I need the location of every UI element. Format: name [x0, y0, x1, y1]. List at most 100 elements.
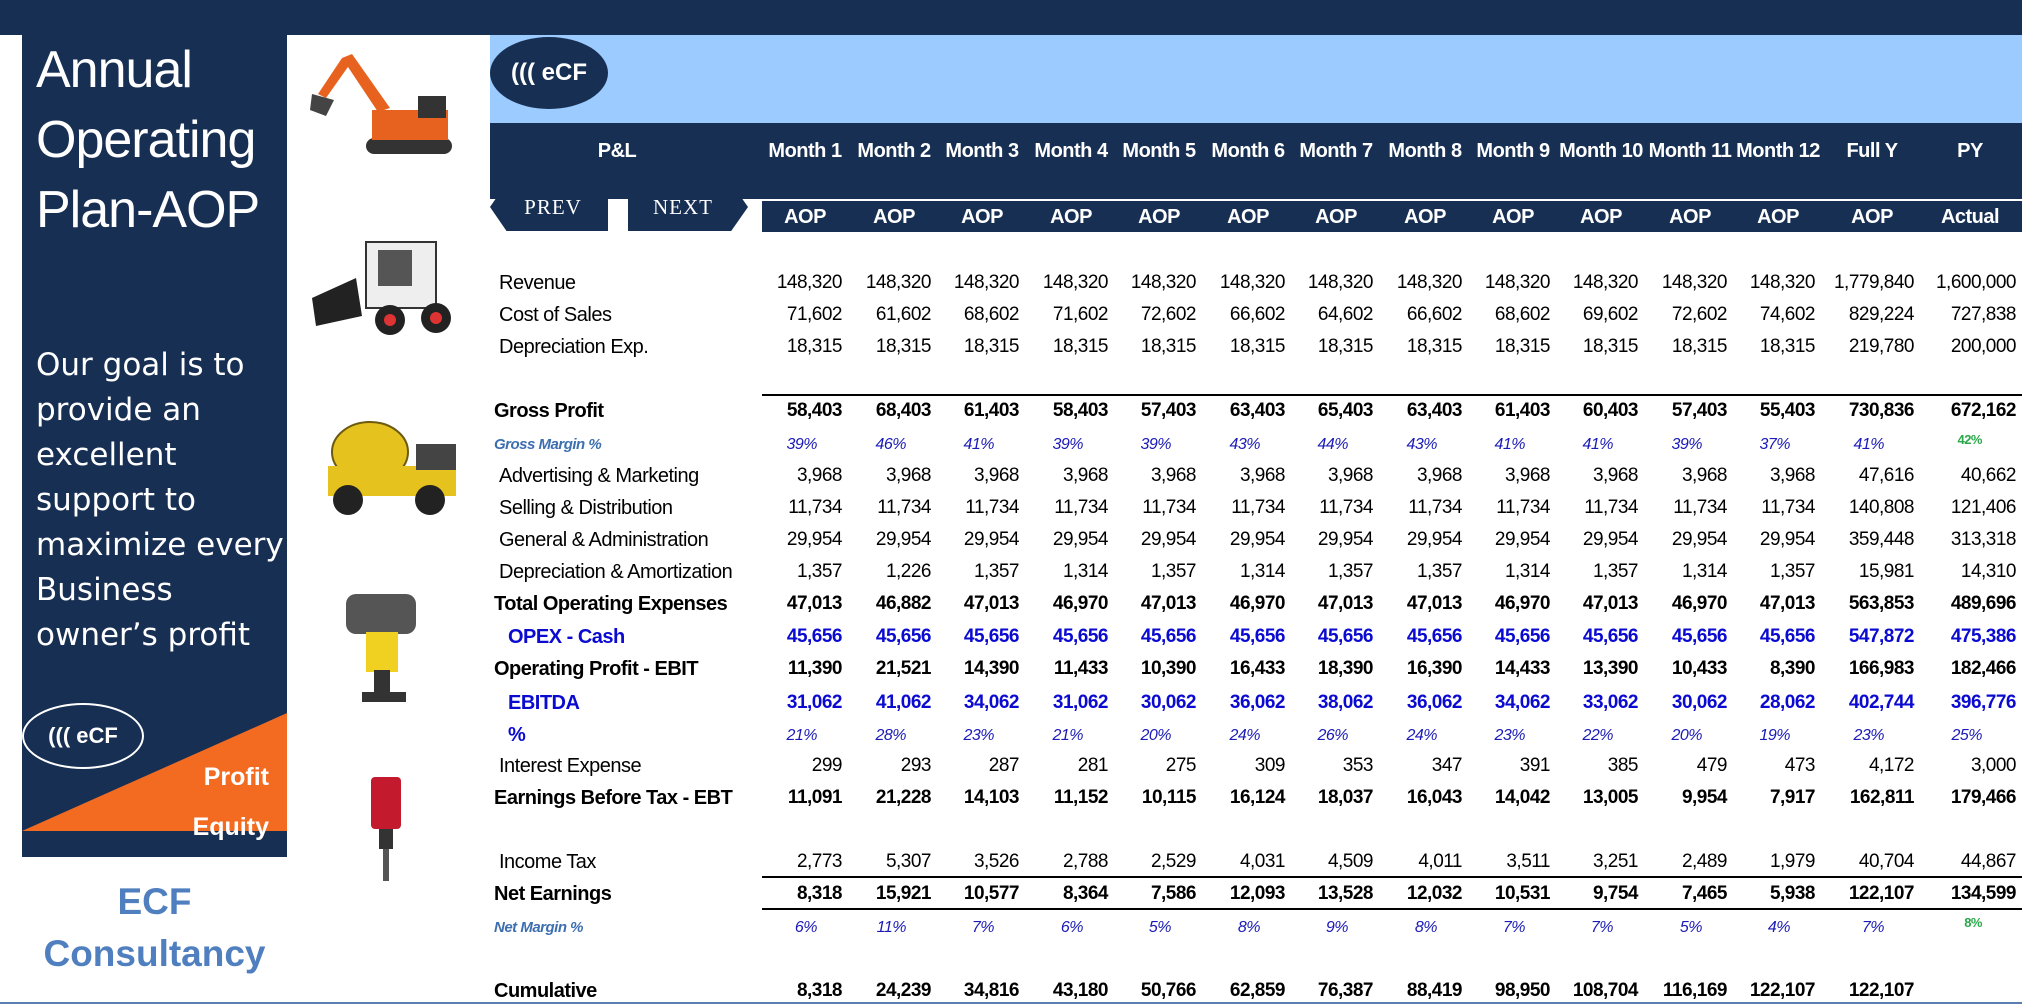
table-cell: 166,983	[1848, 658, 1915, 679]
table-cell: 18,315	[1759, 336, 1816, 357]
table-cell: 1,314	[1504, 561, 1551, 582]
table-cell: 9%	[1325, 919, 1349, 936]
profit-label: Profit	[203, 763, 269, 791]
row-label: Depreciation & Amortization	[499, 561, 733, 583]
table-cell: 3,511	[1506, 851, 1550, 872]
table-cell: 29,954	[875, 529, 932, 550]
table-cell: 23%	[1853, 727, 1884, 744]
table-cell: 18,390	[1317, 658, 1374, 679]
table-cell: 46,970	[1494, 593, 1551, 614]
table-separator-line	[762, 394, 2022, 396]
table-cell: 7%	[1590, 919, 1614, 936]
table-cell: 11,734	[1054, 497, 1108, 518]
prev-button[interactable]: PREV	[490, 183, 608, 231]
table-cell: 18,315	[963, 336, 1020, 357]
table-cell: 61,403	[963, 400, 1020, 421]
table-cell: 353	[1342, 755, 1374, 776]
table-cell: 18,315	[875, 336, 932, 357]
table-cell: 148,320	[953, 272, 1020, 293]
table-cell: 3,000	[1970, 755, 2017, 776]
table-cell: 45,656	[875, 626, 932, 647]
table-cell: 18,315	[1140, 336, 1197, 357]
row-label: Selling & Distribution	[499, 497, 673, 519]
table-cell: 3,968	[1150, 465, 1197, 486]
table-cell: 13,005	[1582, 787, 1639, 808]
table-cell: 29,954	[1582, 529, 1639, 550]
table-cell: 21%	[786, 727, 817, 744]
table-cell: 148,320	[776, 272, 843, 293]
table-cell: 162,811	[1849, 787, 1915, 808]
table-cell: 11,734	[1673, 497, 1727, 518]
table-cell: 11,734	[788, 497, 842, 518]
table-cell: 8,318	[796, 980, 843, 1001]
table-cell: 309	[1254, 755, 1286, 776]
table-cell: 1,314	[1681, 561, 1728, 582]
row-label: EBITDA	[508, 692, 580, 714]
table-cell: 3,968	[1681, 465, 1728, 486]
table-cell: 396,776	[1950, 692, 2017, 713]
table-cell: 219,780	[1848, 336, 1915, 357]
table-cell: 1,357	[796, 561, 843, 582]
table-cell: 22%	[1582, 727, 1613, 744]
table-cell: 21%	[1052, 727, 1083, 744]
table-cell: 1,779,840	[1833, 272, 1915, 293]
tamping-rammer-icon	[346, 594, 416, 702]
table-cell: 68,602	[963, 304, 1020, 325]
table-cell: 98,950	[1494, 980, 1551, 1001]
table-cell: 4%	[1767, 919, 1791, 936]
table-cell: 19%	[1759, 727, 1790, 744]
table-cell: 16,043	[1406, 787, 1463, 808]
table-cell: 69,602	[1582, 304, 1639, 325]
table-cell: 11,734	[1761, 497, 1815, 518]
page-title: Annual Operating Plan-AOP	[36, 41, 260, 239]
table-cell: 3,968	[1504, 465, 1551, 486]
table-cell: 20%	[1140, 727, 1171, 744]
table-cell: 47,013	[1759, 593, 1816, 614]
table-cell: 29,954	[1140, 529, 1197, 550]
table-cell: 28,062	[1759, 692, 1816, 713]
table-cell: 29,954	[1229, 529, 1286, 550]
next-button[interactable]: NEXT	[628, 183, 748, 231]
table-cell: 20%	[1671, 727, 1702, 744]
table-cell: 42%	[1957, 432, 1982, 447]
table-cell: 10,390	[1140, 658, 1197, 679]
left-panel: Annual Operating Plan-AOP Our goal is to…	[22, 35, 287, 857]
column-header: PY	[1957, 140, 1983, 162]
table-cell: 50,766	[1140, 980, 1197, 1001]
table-cell: 68,602	[1494, 304, 1551, 325]
table-cell: 3,968	[1062, 465, 1109, 486]
table-cell: 8,318	[796, 883, 843, 904]
row-label: Cumulative	[494, 980, 597, 1002]
table-cell: 46,970	[1052, 593, 1109, 614]
table-cell: 16,124	[1229, 787, 1286, 808]
table-cell: 148,320	[1572, 272, 1639, 293]
table-cell: 4,509	[1327, 851, 1374, 872]
column-header: Full Y	[1846, 140, 1898, 162]
table-cell: 10,433	[1671, 658, 1728, 679]
table-cell: 547,872	[1848, 626, 1915, 647]
table-cell: 1,226	[885, 561, 932, 582]
table-cell: 29,954	[1052, 529, 1109, 550]
table-cell: 313,318	[1950, 529, 2017, 550]
table-cell: 730,836	[1848, 400, 1915, 421]
table-cell: 18,315	[1582, 336, 1639, 357]
table-cell: 5%	[1679, 919, 1703, 936]
table-cell: 3,968	[885, 465, 932, 486]
table-cell: 11,734	[1319, 497, 1373, 518]
table-cell: 3,968	[1327, 465, 1374, 486]
table-cell: 43,180	[1052, 980, 1109, 1001]
table-cell: 402,744	[1848, 692, 1915, 713]
table-cell: 41%	[1494, 436, 1525, 453]
table-cell: 14,103	[963, 787, 1020, 808]
table-cell: 57,403	[1140, 400, 1197, 421]
table-cell: 74,602	[1759, 304, 1816, 325]
table-cell: 18,315	[1052, 336, 1109, 357]
table-cell: 475,386	[1950, 626, 2017, 647]
table-cell: 1,357	[1592, 561, 1639, 582]
table-cell: 43%	[1406, 436, 1437, 453]
table-cell: 179,466	[1950, 787, 2017, 808]
ecf-logo: ((( eCF	[22, 703, 144, 769]
table-cell: 116,169	[1662, 980, 1728, 1001]
table-cell: 60,403	[1582, 400, 1639, 421]
table-cell: 58,403	[786, 400, 843, 421]
